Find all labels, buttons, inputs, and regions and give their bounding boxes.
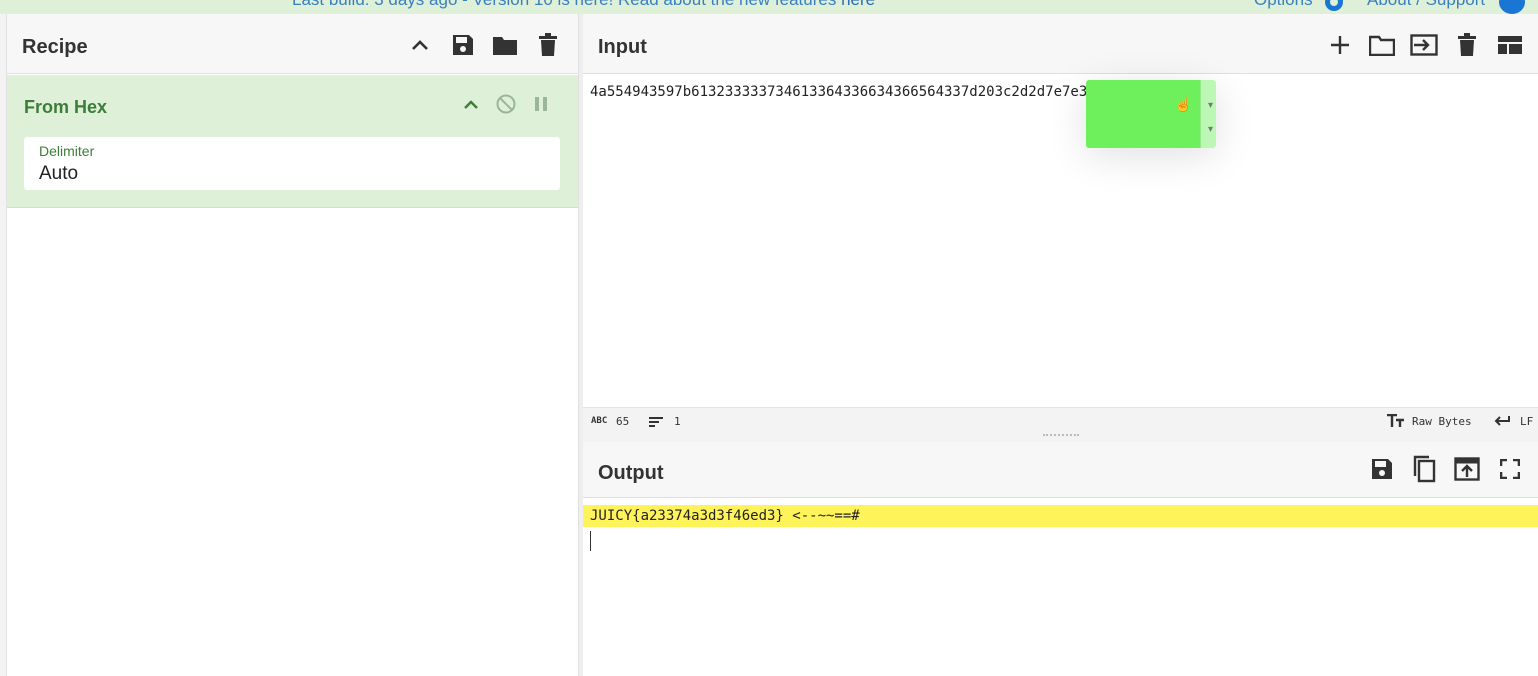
- input-lines: 1: [674, 415, 681, 428]
- disable-icon: [496, 94, 516, 114]
- chevron-up-icon: [412, 40, 428, 50]
- plus-icon: [1331, 36, 1349, 54]
- operation-title: From Hex: [24, 97, 108, 117]
- delimiter-label: Delimiter: [39, 143, 95, 159]
- resize-grip[interactable]: [1043, 434, 1079, 437]
- trash-icon: [1458, 33, 1476, 56]
- gear-icon[interactable]: [1321, 0, 1347, 12]
- input-icon: [1410, 34, 1438, 56]
- recipe-header: Recipe: [7, 14, 578, 74]
- output-title: Output: [598, 462, 664, 484]
- input-title: Input: [598, 36, 647, 58]
- operation-from-hex[interactable]: From Hex Delimiter Auto: [7, 75, 578, 208]
- copy-output-button[interactable]: [1409, 454, 1439, 484]
- output-text[interactable]: JUICY{a23374a3d3f46ed3} <--~~==#: [590, 508, 860, 524]
- input-textarea[interactable]: 4a554943597b6132333337346133643366343665…: [590, 84, 1138, 100]
- save-icon: [453, 35, 473, 55]
- folder-icon: [493, 37, 517, 55]
- delimiter-value[interactable]: Auto: [39, 163, 78, 185]
- replace-input-button[interactable]: [1452, 454, 1482, 484]
- reset-layout-button[interactable]: [1495, 30, 1525, 60]
- fullscreen-icon: [1500, 459, 1520, 479]
- banner-message: Last build: 3 days ago - Version 10 is h…: [292, 0, 875, 10]
- output-header: Output: [583, 442, 1538, 498]
- delimiter-field[interactable]: Delimiter Auto: [24, 137, 560, 190]
- length-icon: ABC: [591, 416, 608, 426]
- operations-panel-edge: [0, 14, 7, 676]
- maximise-output-button[interactable]: [1495, 454, 1525, 484]
- output-highlighted-line: JUICY{a23374a3d3f46ed3} <--~~==#: [583, 505, 1538, 527]
- help-icon[interactable]: [1499, 0, 1525, 14]
- banner-here-link[interactable]: here: [841, 0, 875, 9]
- return-icon: [1494, 416, 1510, 426]
- chevron-down-icon[interactable]: ▾: [1208, 100, 1213, 111]
- pause-icon: [535, 97, 547, 111]
- highlight-popup[interactable]: ☝ ▾ ▾: [1086, 80, 1216, 148]
- folder-open-icon: [1369, 35, 1395, 56]
- input-status-bar: ABC 65 1 Raw Bytes LF: [583, 407, 1538, 434]
- input-header: Input: [583, 14, 1538, 74]
- trash-icon: [539, 33, 557, 56]
- minimise-operation-button[interactable]: [456, 89, 486, 119]
- input-length: 65: [616, 415, 630, 428]
- input-eol[interactable]: LF: [1520, 415, 1533, 428]
- recipe-panel: Recipe From Hex Delimiter Auto: [7, 14, 578, 676]
- chevron-up-icon: [464, 100, 478, 109]
- open-folder-button[interactable]: [1409, 30, 1439, 60]
- save-output-button[interactable]: [1367, 454, 1397, 484]
- about-support-link[interactable]: About / Support: [1367, 0, 1485, 10]
- popup-scrollbar[interactable]: [1200, 80, 1216, 148]
- collapse-recipe-button[interactable]: [405, 30, 435, 60]
- load-recipe-button[interactable]: [490, 30, 520, 60]
- add-input-tab-button[interactable]: [1325, 30, 1355, 60]
- text-format-icon: [1387, 414, 1404, 427]
- chevron-down-icon[interactable]: ▾: [1208, 124, 1213, 135]
- upload-icon: [1454, 457, 1480, 481]
- clear-input-button[interactable]: [1452, 30, 1482, 60]
- save-recipe-button[interactable]: [448, 30, 478, 60]
- input-panel: Input 4a554943597b6132333337346133643366…: [583, 14, 1538, 434]
- top-banner: Last build: 3 days ago - Version 10 is h…: [0, 0, 1538, 14]
- options-link[interactable]: Options: [1254, 0, 1313, 10]
- open-file-button[interactable]: [1367, 30, 1397, 60]
- clear-recipe-button[interactable]: [533, 30, 563, 60]
- disable-operation-button[interactable]: [491, 89, 521, 119]
- lines-icon: [649, 417, 663, 427]
- layout-icon: [1498, 36, 1522, 54]
- copy-icon: [1413, 455, 1436, 483]
- save-icon: [1372, 459, 1392, 479]
- io-resize-handle[interactable]: [583, 434, 1538, 442]
- output-panel: Output JUICY{a23374a3d3f46ed3} <--~~==#: [583, 442, 1538, 676]
- input-encoding[interactable]: Raw Bytes: [1412, 415, 1472, 428]
- hand-icon: ☝: [1174, 96, 1192, 112]
- recipe-title: Recipe: [22, 36, 88, 58]
- text-caret: [590, 531, 591, 551]
- breakpoint-button[interactable]: [526, 89, 556, 119]
